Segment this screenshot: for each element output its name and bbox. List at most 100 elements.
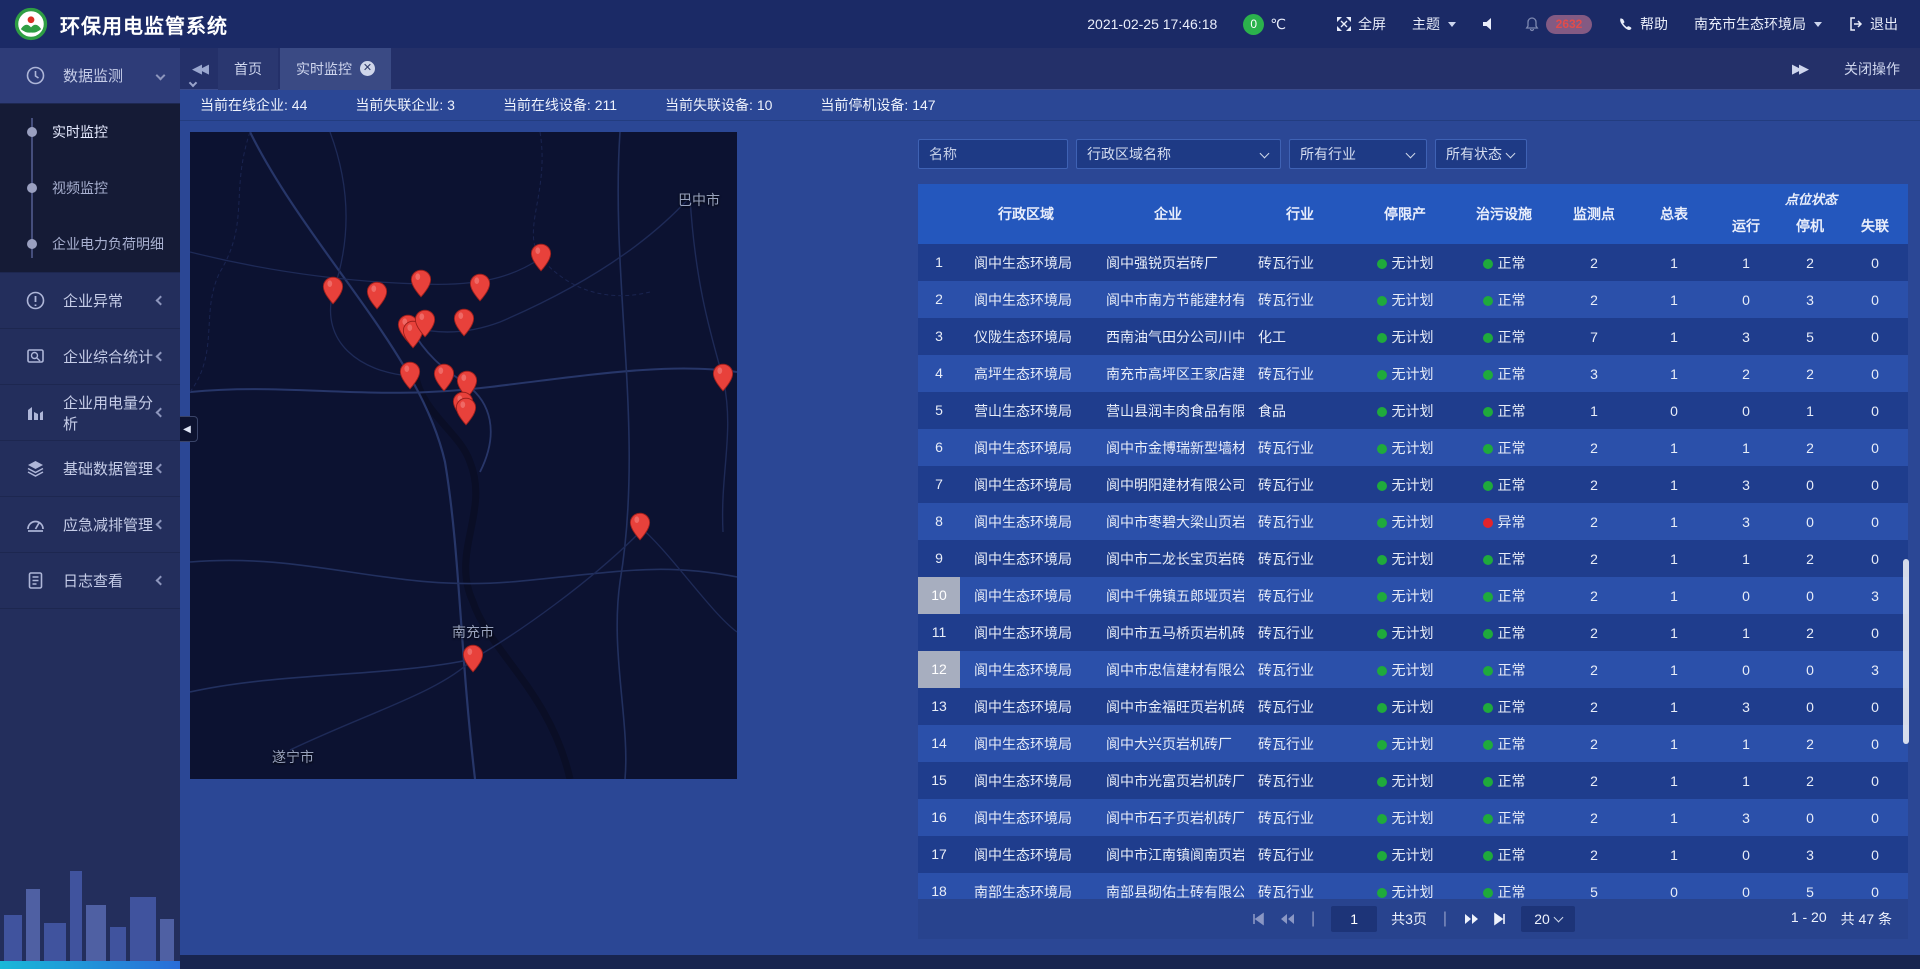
tabs-scroll-left-button[interactable]: ◀◀ <box>180 61 218 77</box>
table-row-16[interactable]: 16阆中生态环境局阆中市石子页岩机砖厂砖瓦行业无计划正常21300 <box>918 799 1908 836</box>
sidebar-group-label: 企业异常 <box>63 290 123 311</box>
page-number-input[interactable]: 1 <box>1331 906 1377 932</box>
map-pin-icon[interactable] <box>469 273 491 303</box>
map-pin-icon[interactable] <box>433 363 455 393</box>
cell-company: 阆中市枣碧大梁山页岩 <box>1092 512 1244 532</box>
map-pin-icon[interactable] <box>322 276 344 306</box>
name-filter-field[interactable] <box>918 139 1068 169</box>
map-pin-icon[interactable] <box>462 644 484 674</box>
page-size-select[interactable]: 20 <box>1521 906 1575 932</box>
status-dot-icon <box>1377 333 1387 343</box>
sidebar-item-视频监控[interactable]: 视频监控 <box>0 160 180 216</box>
sidebar-item-企业电力负荷明细[interactable]: 企业电力负荷明细 <box>0 216 180 272</box>
map-pin-icon[interactable] <box>712 363 734 393</box>
table-scrollbar-thumb[interactable] <box>1903 559 1909 744</box>
map-pin-icon[interactable] <box>530 243 552 273</box>
table-row-6[interactable]: 6阆中生态环境局阆中市金博瑞新型墙材砖瓦行业无计划正常21120 <box>918 429 1908 466</box>
status-dot-icon <box>1483 592 1493 602</box>
cell-stop-limit-status: 无计划 <box>1356 771 1454 791</box>
map-pin-icon[interactable] <box>410 269 432 299</box>
status-dot-icon <box>1377 259 1387 269</box>
map-pin-icon[interactable] <box>399 361 421 391</box>
table-row-7[interactable]: 7阆中生态环境局阆中明阳建材有限公司砖瓦行业无计划正常21300 <box>918 466 1908 503</box>
status-dot-icon <box>1377 814 1387 824</box>
tabs-scroll-right-button[interactable]: ▶▶ <box>1780 61 1818 77</box>
cell-industry: 砖瓦行业 <box>1244 290 1356 310</box>
table-row-17[interactable]: 17阆中生态环境局阆中市江南镇阆南页岩砖瓦行业无计划正常21030 <box>918 836 1908 873</box>
cell-row-index: 5 <box>918 392 960 429</box>
sidebar-group-3[interactable]: 企业用电量分析 <box>0 385 180 441</box>
status-dot-icon <box>1483 259 1493 269</box>
cell-row-index: 6 <box>918 429 960 466</box>
map-pin-icon[interactable] <box>366 281 388 311</box>
next-page-button[interactable] <box>1463 912 1479 926</box>
sidebar-item-label: 企业电力负荷明细 <box>52 234 164 254</box>
prev-page-button[interactable] <box>1279 912 1295 926</box>
table-row-11[interactable]: 11阆中生态环境局阆中市五马桥页岩机砖砖瓦行业无计划正常21120 <box>918 614 1908 651</box>
cell-monitor-points: 2 <box>1554 477 1634 493</box>
table-row-5[interactable]: 5营山生态环境局营山县润丰肉食品有限食品无计划正常10010 <box>918 392 1908 429</box>
status-dot-icon <box>1377 555 1387 565</box>
cell-company: 阆中千佛镇五郎垭页岩 <box>1092 586 1244 606</box>
sidebar-bottom-strip <box>0 961 180 969</box>
cell-stop-limit-status: 无计划 <box>1356 882 1454 900</box>
sidebar-group-4[interactable]: 基础数据管理 <box>0 441 180 497</box>
table-row-2[interactable]: 2阆中生态环境局阆中市南方节能建材有砖瓦行业无计划正常21030 <box>918 281 1908 318</box>
cell-facility-status: 异常 <box>1454 512 1554 532</box>
sidebar-item-实时监控[interactable]: 实时监控 <box>0 104 180 160</box>
table-row-12[interactable]: 12阆中生态环境局阆中市忠信建材有限公砖瓦行业无计划正常21003 <box>918 651 1908 688</box>
map-pin-icon[interactable] <box>414 309 436 339</box>
exit-button[interactable]: 退出 <box>1848 14 1898 34</box>
column-total-meter: 总表 <box>1634 204 1714 224</box>
content-area: 巴中市南充市遂宁市 ◀ 行政区域名称 所有行业 所有状态 <box>180 121 1920 955</box>
table-row-13[interactable]: 13阆中生态环境局阆中市金福旺页岩机砖砖瓦行业无计划正常21300 <box>918 688 1908 725</box>
table-row-1[interactable]: 1阆中生态环境局阆中强锐页岩砖厂砖瓦行业无计划正常21120 <box>918 244 1908 281</box>
cell-region: 南部生态环境局 <box>960 882 1092 900</box>
table-row-15[interactable]: 15阆中生态环境局阆中市光富页岩机砖厂砖瓦行业无计划正常21120 <box>918 762 1908 799</box>
tab-close-icon[interactable]: ✕ <box>360 61 375 76</box>
sound-button[interactable] <box>1482 16 1498 32</box>
sidebar-group-2[interactable]: 企业综合统计 <box>0 329 180 385</box>
sidebar-group-1[interactable]: 企业异常 <box>0 273 180 329</box>
table-row-4[interactable]: 4高坪生态环境局南充市高坪区王家店建砖瓦行业无计划正常31220 <box>918 355 1908 392</box>
table-row-18[interactable]: 18南部生态环境局南部县砌佑土砖有限公砖瓦行业无计划正常50050 <box>918 873 1908 899</box>
sidebar-group-0[interactable]: 数据监测 <box>0 48 180 104</box>
org-dropdown[interactable]: 南充市生态环境局 <box>1694 14 1822 34</box>
region-filter-select[interactable]: 行政区域名称 <box>1076 139 1281 169</box>
cell-lost: 0 <box>1842 403 1908 419</box>
sidebar-group-label: 日志查看 <box>63 570 123 591</box>
help-button[interactable]: 帮助 <box>1618 14 1668 34</box>
first-page-button[interactable] <box>1251 912 1265 926</box>
cell-stopped: 3 <box>1778 292 1842 308</box>
map-panel[interactable]: 巴中市南充市遂宁市 <box>190 132 737 779</box>
tab-home[interactable]: 首页 <box>218 48 278 90</box>
theme-dropdown[interactable]: 主题 <box>1412 14 1456 34</box>
map-pin-icon[interactable] <box>455 397 477 427</box>
cell-total-meter: 1 <box>1634 366 1714 382</box>
tab-realtime-monitor[interactable]: 实时监控 ✕ <box>280 48 391 90</box>
cell-total-meter: 1 <box>1634 810 1714 826</box>
sidebar-group-6[interactable]: 日志查看 <box>0 553 180 609</box>
close-operations-button[interactable]: 关闭操作 <box>1844 59 1900 79</box>
map-pin-icon[interactable] <box>629 512 651 542</box>
cell-industry: 砖瓦行业 <box>1244 660 1356 680</box>
table-row-14[interactable]: 14阆中生态环境局阆中大兴页岩机砖厂砖瓦行业无计划正常21120 <box>918 725 1908 762</box>
fullscreen-button[interactable]: 全屏 <box>1336 14 1386 34</box>
chevron-down-icon <box>1448 22 1456 27</box>
table-row-3[interactable]: 3仪陇生态环境局西南油气田分公司川中化工无计划正常71350 <box>918 318 1908 355</box>
name-filter-input[interactable] <box>929 146 1057 162</box>
chevron-down-icon <box>1553 913 1563 923</box>
industry-filter-select[interactable]: 所有行业 <box>1289 139 1427 169</box>
map-pin-icon[interactable] <box>453 308 475 338</box>
page-range-label: 1 - 20 <box>1791 909 1827 929</box>
sidebar-group-5[interactable]: 应急减排管理 <box>0 497 180 553</box>
cell-monitor-points: 7 <box>1554 329 1634 345</box>
status-filter-select[interactable]: 所有状态 <box>1435 139 1527 169</box>
table-row-8[interactable]: 8阆中生态环境局阆中市枣碧大梁山页岩砖瓦行业无计划异常21300 <box>918 503 1908 540</box>
cell-industry: 食品 <box>1244 401 1356 421</box>
table-row-9[interactable]: 9阆中生态环境局阆中市二龙长宝页岩砖砖瓦行业无计划正常21120 <box>918 540 1908 577</box>
alarm-indicator[interactable]: 2632 <box>1524 15 1592 34</box>
cell-stopped: 2 <box>1778 625 1842 641</box>
table-row-10[interactable]: 10阆中生态环境局阆中千佛镇五郎垭页岩砖瓦行业无计划正常21003 <box>918 577 1908 614</box>
last-page-button[interactable] <box>1493 912 1507 926</box>
